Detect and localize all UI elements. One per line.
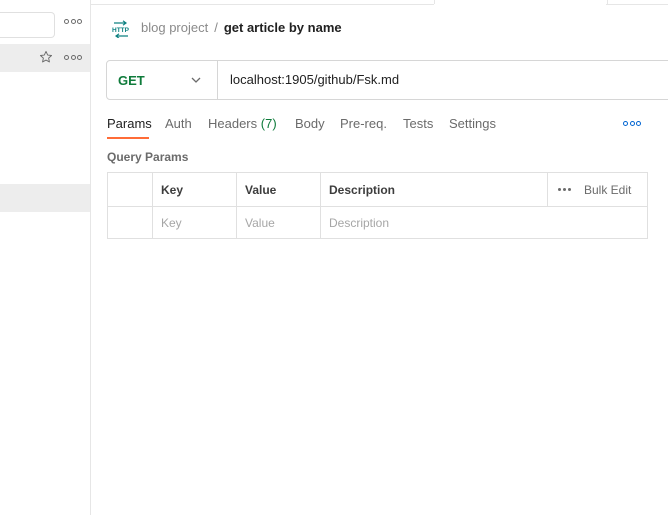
description-placeholder: Description: [329, 216, 390, 230]
section-title: Query Params: [107, 150, 189, 164]
request-name[interactable]: get article by name: [224, 20, 342, 35]
tab-active[interactable]: [434, 0, 608, 4]
more-dots-icon[interactable]: [64, 55, 82, 60]
key-placeholder: Key: [161, 216, 182, 230]
table-header-row: Key Value Description Bulk Edit: [108, 173, 647, 207]
active-tab-indicator: [107, 137, 149, 139]
row-checkbox-cell: [108, 206, 153, 239]
breadcrumb-collection[interactable]: blog project: [141, 20, 208, 35]
tab-settings[interactable]: Settings: [449, 116, 496, 131]
column-header: Value: [237, 173, 321, 206]
tab-params[interactable]: Params: [107, 116, 152, 131]
method-select[interactable]: GET: [107, 61, 218, 99]
value-input[interactable]: Value: [237, 206, 321, 239]
bulk-edit-button[interactable]: Bulk Edit: [584, 183, 631, 197]
column-header: Description: [321, 173, 548, 206]
description-input[interactable]: Description: [321, 206, 647, 239]
column-description-label: Description: [329, 183, 396, 197]
http-request-icon: HTTP: [112, 20, 130, 38]
tab-auth-label: Auth: [165, 116, 192, 131]
sidebar-search-input[interactable]: [0, 12, 55, 38]
tab-tests[interactable]: Tests: [403, 116, 433, 131]
url-input[interactable]: localhost:1905/github/Fsk.md: [230, 72, 399, 87]
key-input[interactable]: Key: [153, 206, 237, 239]
tab-tests-label: Tests: [403, 116, 434, 131]
table-row: Key Value Description: [108, 206, 647, 239]
tab-strip-divider: [90, 0, 434, 5]
tab-strip-divider: [606, 0, 668, 5]
checkbox-column: [108, 173, 153, 206]
tab-settings-label: Settings: [449, 116, 496, 131]
tab-pre-request[interactable]: Pre-req.: [340, 116, 387, 131]
column-value-label: Value: [245, 183, 277, 197]
breadcrumb: blog project / get article by name: [141, 20, 342, 36]
more-dots-icon[interactable]: [64, 19, 82, 24]
svg-text:HTTP: HTTP: [112, 27, 130, 34]
chevron-down-icon: [191, 77, 201, 83]
params-table: Key Value Description Bulk Edit Key Valu…: [107, 172, 648, 239]
tab-body-label: Body: [295, 116, 325, 131]
column-key-label: Key: [161, 183, 184, 197]
tab-headers-count: (7): [260, 116, 277, 131]
column-header: Key: [153, 173, 237, 206]
breadcrumb-separator: /: [214, 20, 218, 35]
more-dots-icon[interactable]: [623, 121, 641, 126]
sidebar: [0, 0, 91, 515]
star-icon[interactable]: [39, 50, 53, 64]
more-dots-icon[interactable]: [558, 188, 571, 191]
tab-params-label: Params: [107, 116, 152, 131]
url-bar: GET localhost:1905/github/Fsk.md: [106, 60, 668, 100]
method-label: GET: [118, 73, 145, 88]
tab-headers[interactable]: Headers (7): [208, 116, 277, 131]
tab-auth[interactable]: Auth: [165, 116, 192, 131]
tab-headers-label: Headers: [208, 116, 258, 131]
value-placeholder: Value: [245, 216, 275, 230]
sidebar-item-active[interactable]: [0, 184, 90, 212]
tab-body[interactable]: Body: [295, 116, 325, 131]
tab-pre-request-label: Pre-req.: [340, 116, 387, 131]
